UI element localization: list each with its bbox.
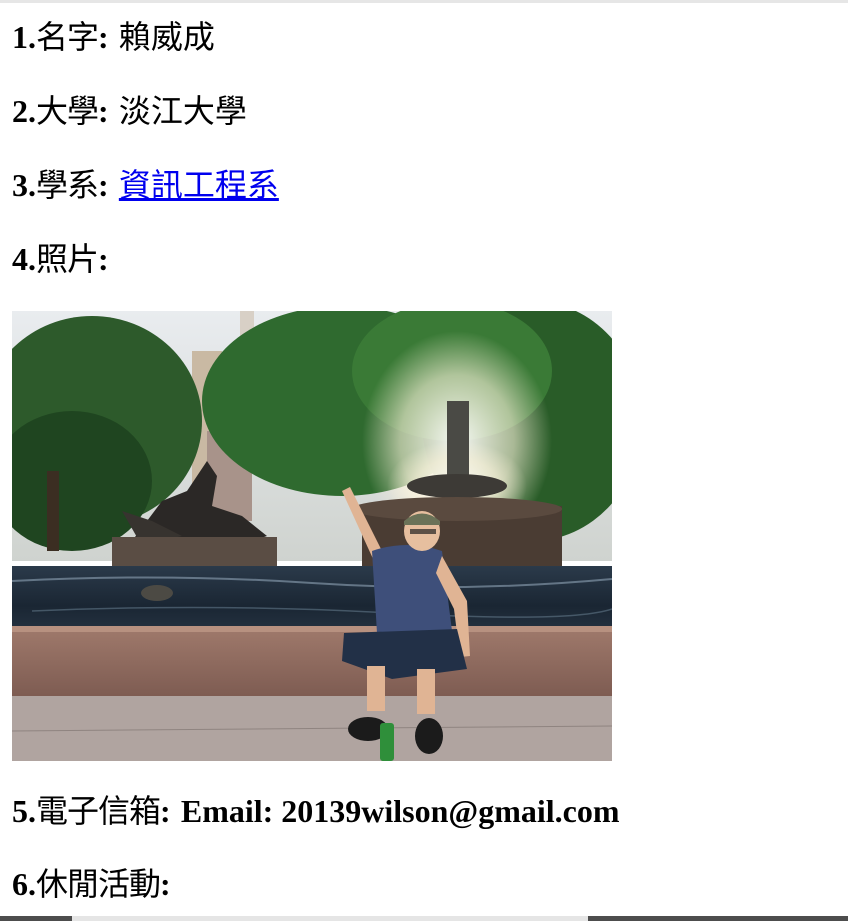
name-line: 1.名字: 賴威成	[12, 17, 215, 57]
email-line: 5.電子信箱: Email: 20139wilson@gmail.com	[12, 791, 619, 831]
label-colon: :	[98, 19, 109, 55]
label-colon: :	[98, 93, 109, 129]
department-line: 3.學系: 資訊工程系	[12, 165, 279, 205]
photo-label: 照片	[36, 240, 99, 278]
scrollbar-segment	[588, 916, 848, 921]
department-link[interactable]: 資訊工程系	[119, 166, 279, 204]
name-value: 賴威成	[118, 18, 215, 56]
top-border	[0, 0, 848, 3]
item-number: 6.	[12, 866, 36, 902]
item-number: 1.	[12, 19, 36, 55]
photo-line: 4.照片:	[12, 239, 109, 279]
label-colon: :	[98, 167, 109, 203]
email-value: Email: 20139wilson@gmail.com	[180, 793, 620, 829]
department-label: 學系	[36, 166, 99, 204]
name-label: 名字	[36, 18, 99, 56]
item-number: 2.	[12, 93, 36, 129]
item-number: 5.	[12, 793, 36, 829]
horizontal-scrollbar[interactable]	[0, 916, 848, 921]
item-number: 4.	[12, 241, 36, 277]
item-number: 3.	[12, 167, 36, 203]
university-line: 2.大學: 淡江大學	[12, 91, 247, 131]
label-colon: :	[98, 241, 109, 277]
label-colon: :	[160, 866, 171, 902]
university-value: 淡江大學	[118, 92, 247, 130]
university-label: 大學	[36, 92, 99, 130]
profile-photo	[12, 311, 612, 761]
leisure-line: 6.休閒活動:	[12, 864, 171, 904]
label-colon: :	[160, 793, 171, 829]
scrollbar-segment	[0, 916, 72, 921]
email-label: 電子信箱	[36, 792, 161, 830]
leisure-label: 休閒活動	[36, 865, 161, 903]
